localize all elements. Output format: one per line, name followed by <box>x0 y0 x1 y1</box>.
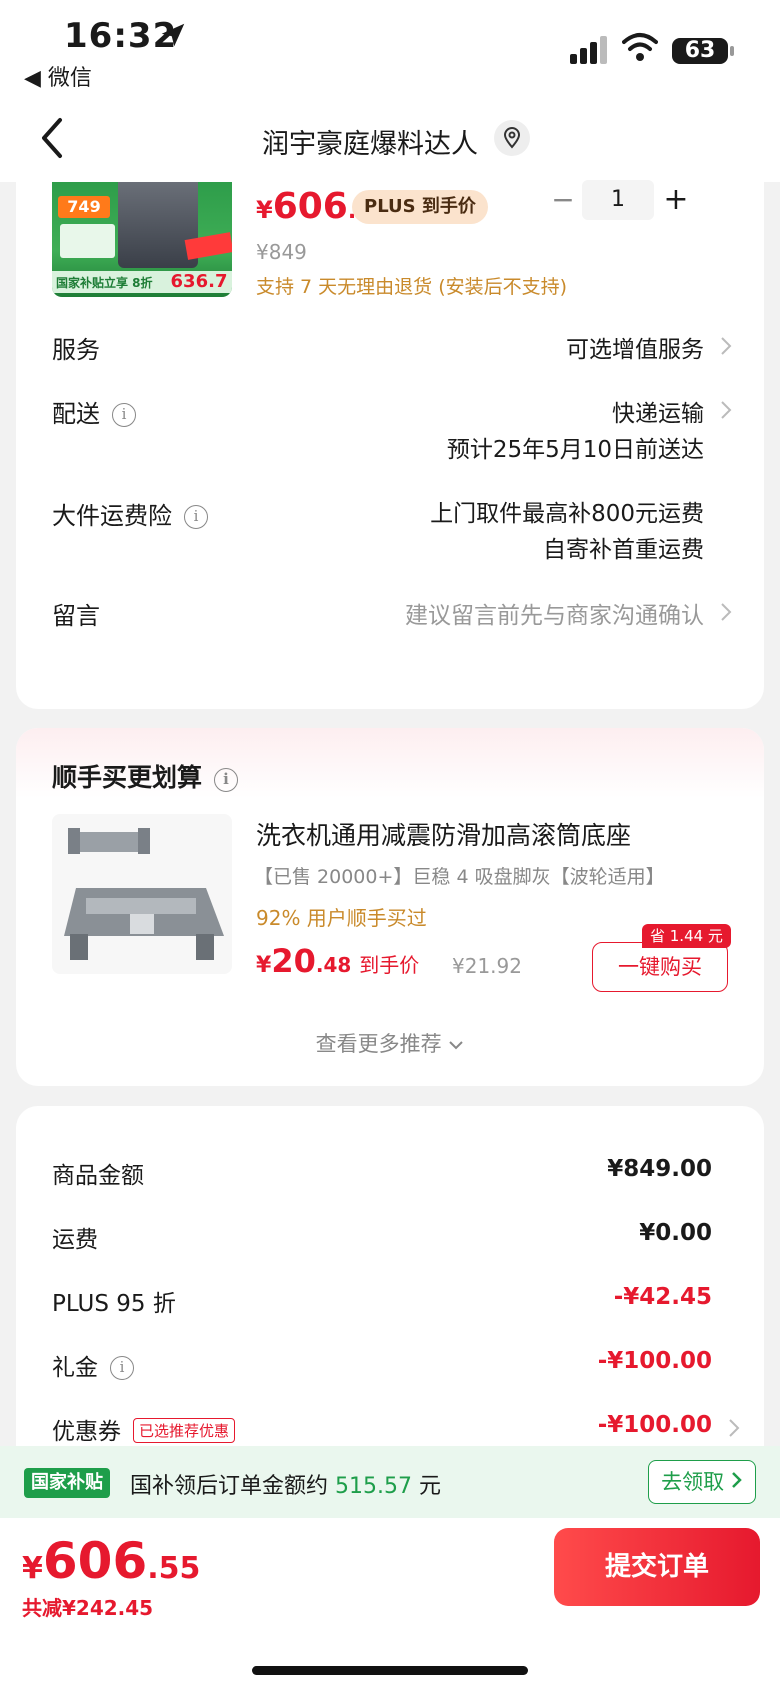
national-subsidy-bar: 国家补贴 国补领后订单金额约 515.57 元 去领取 <box>0 1446 780 1518</box>
return-policy-note: 支持 7 天无理由退货 (安装后不支持) <box>256 276 568 298</box>
location-arrow-icon <box>161 23 185 47</box>
total-price: ¥606.55 <box>22 1532 201 1590</box>
battery-indicator: 63 <box>672 38 734 64</box>
freight-insurance-label: 大件运费险 i <box>52 496 208 531</box>
info-icon[interactable]: i <box>110 1356 134 1380</box>
total-saved: 共减¥242.45 <box>22 1596 154 1620</box>
address-button[interactable] <box>494 120 530 156</box>
chevron-down-icon <box>449 1041 464 1050</box>
thumbnail-price-tag: 749 <box>58 196 110 218</box>
summary-label-shipping: 运费 <box>52 1227 98 1253</box>
chevron-right-icon <box>729 1419 740 1437</box>
original-price: ¥849 <box>256 240 307 264</box>
order-item-card: 749 国家补贴立享 8折636.7 ¥606.55 PLUS 到手价 ¥849… <box>16 180 764 709</box>
summary-value-coupon[interactable]: -¥100.00 <box>598 1412 712 1438</box>
message-label: 留言 <box>52 602 100 630</box>
quantity-increase-button[interactable]: + <box>658 182 694 218</box>
recommended-product-name[interactable]: 洗衣机通用减震防滑加高滚筒底座 <box>256 816 631 852</box>
info-icon[interactable]: i <box>112 403 136 427</box>
more-recommendations-link[interactable]: 查看更多推荐 <box>16 1028 764 1058</box>
service-label: 服务 <box>52 336 100 364</box>
one-click-buy-button[interactable]: 一键购买 <box>592 942 728 992</box>
recommendation-card: 顺手买更划算 i 洗衣机通用减震防滑加高滚筒底座 【已售 20000+】巨稳 4 … <box>16 728 764 1086</box>
chevron-right-icon <box>721 401 732 419</box>
recommended-bought-rate: 92% 用户顺手买过 <box>256 906 427 930</box>
nav-bar: 润宇豪庭爆料达人 <box>0 100 780 182</box>
chevron-right-icon <box>721 337 732 355</box>
page-title: 润宇豪庭爆料达人 <box>262 129 478 160</box>
checkout-page: 16:32 ◀ 微信 63 润宇豪庭爆料达人 749 国家补贴立享 8折 636… <box>0 0 780 1688</box>
location-pin-icon <box>503 127 521 149</box>
subsidy-tag: 国家补贴 <box>24 1468 110 1498</box>
thumbnail-subsidy-strip: 国家补贴立享 8折 636.7 <box>52 271 232 293</box>
freight-insurance-value: 上门取件最高补800元运费 <box>430 501 704 527</box>
plus-price-tag: PLUS 到手价 <box>352 190 488 224</box>
service-value[interactable]: 可选增值服务 <box>566 330 704 364</box>
claim-subsidy-button[interactable]: 去领取 <box>648 1460 756 1504</box>
status-bar: 16:32 ◀ 微信 63 <box>0 0 780 100</box>
summary-label-coupon[interactable]: 优惠券 已选推荐优惠 <box>52 1412 236 1446</box>
message-input[interactable]: 建议留言前先与商家沟通确认 <box>405 596 704 630</box>
summary-label-plus: PLUS 95 折 <box>52 1291 176 1317</box>
washing-machine-image <box>118 182 198 268</box>
summary-value-goods: ¥849.00 <box>607 1156 712 1182</box>
recommended-price: ¥20.48 到手价 <box>256 942 420 980</box>
quantity-input[interactable]: 1 <box>582 180 654 220</box>
summary-label-goods: 商品金额 <box>52 1163 144 1189</box>
wifi-icon <box>622 33 658 61</box>
coupon-selected-tag: 已选推荐优惠 <box>133 1418 236 1443</box>
summary-label-gift: 礼金 i <box>52 1348 134 1382</box>
thumbnail-promo-box <box>60 224 115 258</box>
back-to-app-link[interactable]: ◀ 微信 <box>24 60 92 92</box>
recommended-product-spec: 【已售 20000+】巨稳 4 吸盘脚灰【波轮适用】 <box>254 866 665 888</box>
delivery-label: 配送 i <box>52 394 136 429</box>
recommended-original-price: ¥21.92 <box>452 954 522 978</box>
product-thumbnail[interactable]: 749 国家补贴立享 8折 636.7 <box>52 182 232 297</box>
recommended-product-image[interactable] <box>52 814 232 974</box>
quantity-decrease-button[interactable]: − <box>548 182 578 218</box>
summary-value-plus: -¥42.45 <box>613 1284 712 1310</box>
save-badge: 省 1.44 元 <box>642 924 731 948</box>
chevron-right-icon <box>721 603 732 621</box>
summary-value-gift: -¥100.00 <box>597 1348 712 1374</box>
recommendation-title: 顺手买更划算 i <box>52 758 239 794</box>
subsidy-text: 国补领后订单金额约 515.57 元 <box>130 1474 441 1499</box>
delivery-estimate: 预计25年5月10日前送达 <box>446 437 704 463</box>
home-indicator[interactable] <box>252 1666 528 1675</box>
checkout-footer: ¥606.55 共减¥242.45 提交订单 <box>0 1518 780 1688</box>
signal-icon <box>570 36 607 64</box>
summary-value-shipping: ¥0.00 <box>639 1220 712 1246</box>
submit-order-button[interactable]: 提交订单 <box>554 1528 760 1606</box>
chevron-right-icon <box>731 1472 742 1488</box>
delivery-value[interactable]: 快递运输 <box>612 394 704 428</box>
info-icon[interactable]: i <box>184 505 208 529</box>
price-summary-card: 商品金额 ¥849.00 运费 ¥0.00 PLUS 95 折 -¥42.45 … <box>16 1106 764 1446</box>
info-icon[interactable]: i <box>214 768 239 792</box>
washer-base-image <box>64 828 224 960</box>
freight-insurance-sub: 自寄补首重运费 <box>543 537 704 563</box>
